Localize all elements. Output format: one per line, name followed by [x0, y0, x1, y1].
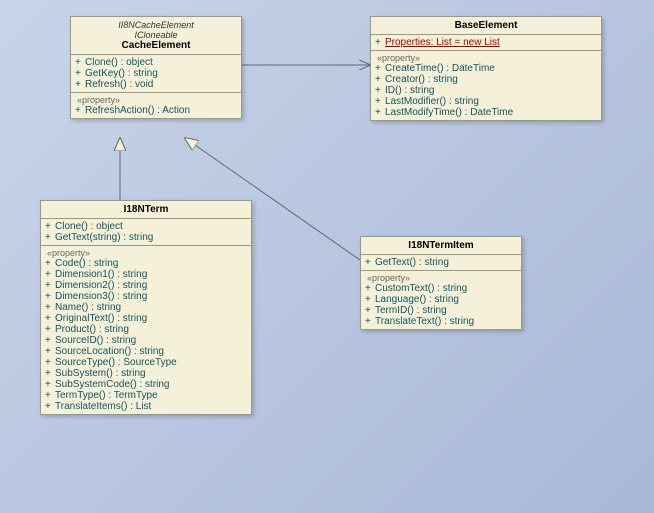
attribute: +Properties: List = new List [375, 37, 597, 48]
property-label: «property» [75, 95, 237, 105]
property: +TranslateItems() : List [45, 401, 247, 412]
property: +CustomText() : string [365, 283, 517, 294]
method: +GetText() : string [365, 257, 517, 268]
class-name: I18NTerm [47, 204, 245, 215]
property: +Name() : string [45, 302, 247, 313]
stereotype: II8NCacheElement [77, 20, 235, 30]
class-I18NTerm[interactable]: I18NTerm +Clone() : object+GetText(string… [40, 200, 252, 415]
class-CacheElement[interactable]: II8NCacheElementICloneableCacheElement +C… [70, 16, 242, 119]
stereotype: ICloneable [77, 30, 235, 40]
property: +Language() : string [365, 294, 517, 305]
property: +Dimension1() : string [45, 269, 247, 280]
property: +Code() : string [45, 258, 247, 269]
property-label: «property» [45, 248, 247, 258]
class-name: BaseElement [377, 20, 595, 31]
property: +SourceType() : SourceType [45, 357, 247, 368]
property: +TermType() : TermType [45, 390, 247, 401]
property: +OriginalText() : string [45, 313, 247, 324]
property: +Product() : string [45, 324, 247, 335]
property: +SourceID() : string [45, 335, 247, 346]
property: +SourceLocation() : string [45, 346, 247, 357]
property: +RefreshAction() : Action [75, 105, 237, 116]
property-label: «property» [365, 273, 517, 283]
property: +ID() : string [375, 85, 597, 96]
property: +SubSystemCode() : string [45, 379, 247, 390]
property: +Dimension3() : string [45, 291, 247, 302]
method: +Clone() : object [75, 57, 237, 68]
property: +LastModifier() : string [375, 96, 597, 107]
property: +LastModifyTime() : DateTime [375, 107, 597, 118]
method: +Clone() : object [45, 221, 247, 232]
method: +Refresh() : void [75, 79, 237, 90]
property: +CreateTime() : DateTime [375, 63, 597, 74]
method: +GetText(string) : string [45, 232, 247, 243]
class-BaseElement[interactable]: BaseElement +Properties: List = new List «… [370, 16, 602, 121]
property-label: «property» [375, 53, 597, 63]
property: +Creator() : string [375, 74, 597, 85]
method: +GetKey() : string [75, 68, 237, 79]
property: +Dimension2() : string [45, 280, 247, 291]
class-name: I18NTermItem [367, 240, 515, 251]
property: +TermID() : string [365, 305, 517, 316]
class-I18NTermItem[interactable]: I18NTermItem +GetText() : string «property… [360, 236, 522, 330]
class-name: CacheElement [77, 40, 235, 51]
property: +TranslateText() : string [365, 316, 517, 327]
property: +SubSystem() : string [45, 368, 247, 379]
